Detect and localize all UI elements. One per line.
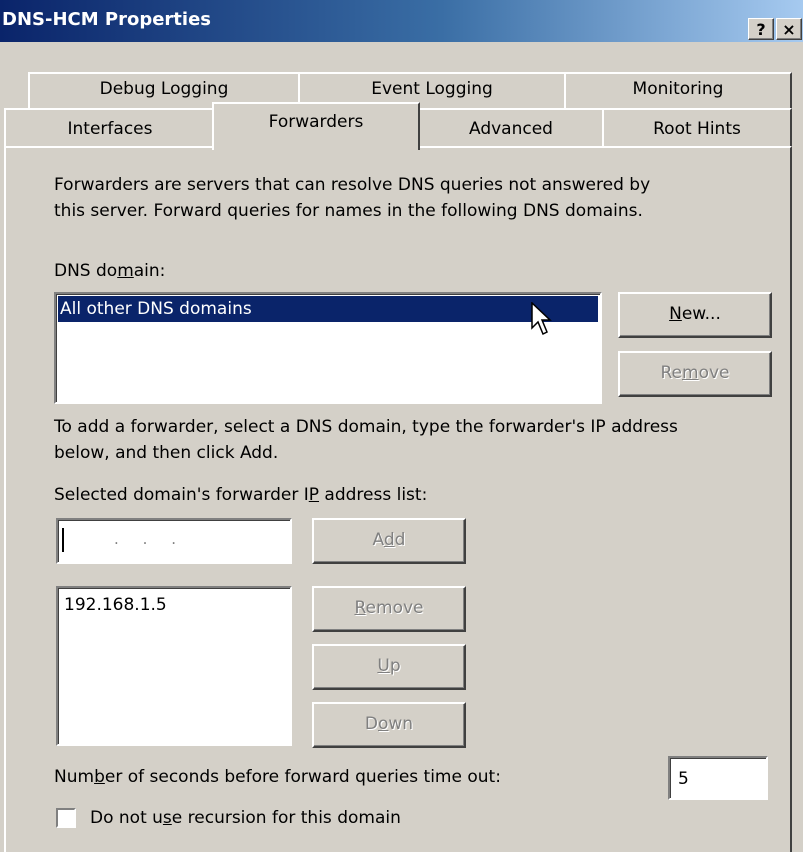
ip-octet-separators: . . . xyxy=(114,530,176,548)
text-cursor xyxy=(62,528,64,552)
no-recursion-label[interactable]: Do not use recursion for this domain xyxy=(90,805,401,831)
list-item[interactable]: 192.168.1.5 xyxy=(64,592,167,618)
remove-domain-button[interactable]: Remove xyxy=(618,351,772,397)
dns-domain-list[interactable]: All other DNS domains xyxy=(54,292,602,404)
ip-address-input[interactable]: . . . xyxy=(56,518,292,564)
dns-domain-label: DNS domain: xyxy=(54,261,166,281)
instructions-line-2: below, and then click Add. xyxy=(54,443,279,463)
add-button[interactable]: Add xyxy=(312,518,466,564)
close-button[interactable]: × xyxy=(776,18,802,40)
tab-label: Interfaces xyxy=(67,119,153,139)
description-line-2: this server. Forward queries for names i… xyxy=(54,201,643,221)
description-line-1: Forwarders are servers that can resolve … xyxy=(54,175,651,195)
instructions-line-1: To add a forwarder, select a DNS domain,… xyxy=(54,417,678,437)
tab-label: Advanced xyxy=(469,119,553,139)
tab-label: Forwarders xyxy=(268,112,364,132)
ip-list-label: Selected domain's forwarder IP address l… xyxy=(54,485,428,505)
timeout-label: Number of seconds before forward queries… xyxy=(54,767,501,787)
help-button[interactable]: ? xyxy=(748,18,774,40)
tab-label: Debug Logging xyxy=(99,79,229,99)
forwarders-panel: Forwarders are servers that can resolve … xyxy=(4,146,792,852)
window-title: DNS-HCM Properties xyxy=(2,9,211,30)
tab-interfaces[interactable]: Interfaces xyxy=(4,108,216,148)
down-button[interactable]: Down xyxy=(312,702,466,748)
timeout-value: 5 xyxy=(678,769,689,789)
tab-root-hints[interactable]: Root Hints xyxy=(602,108,792,148)
tab-label: Event Logging xyxy=(371,79,493,99)
tab-advanced[interactable]: Advanced xyxy=(418,108,604,148)
no-recursion-checkbox[interactable] xyxy=(56,808,76,828)
mouse-pointer-icon xyxy=(531,302,552,336)
timeout-seconds-input[interactable]: 5 xyxy=(668,756,768,800)
ip-address-list[interactable]: 192.168.1.5 xyxy=(56,586,292,746)
list-item[interactable]: All other DNS domains xyxy=(58,296,598,322)
tab-monitoring[interactable]: Monitoring xyxy=(564,72,792,108)
tab-label: Root Hints xyxy=(653,119,741,139)
title-bar: DNS-HCM Properties ? × xyxy=(0,0,803,42)
tab-forwarders[interactable]: Forwarders xyxy=(212,102,420,150)
new-domain-button[interactable]: New... xyxy=(618,292,772,338)
up-button[interactable]: Up xyxy=(312,644,466,690)
remove-ip-button[interactable]: Remove xyxy=(312,586,466,632)
tab-label: Monitoring xyxy=(632,79,724,99)
